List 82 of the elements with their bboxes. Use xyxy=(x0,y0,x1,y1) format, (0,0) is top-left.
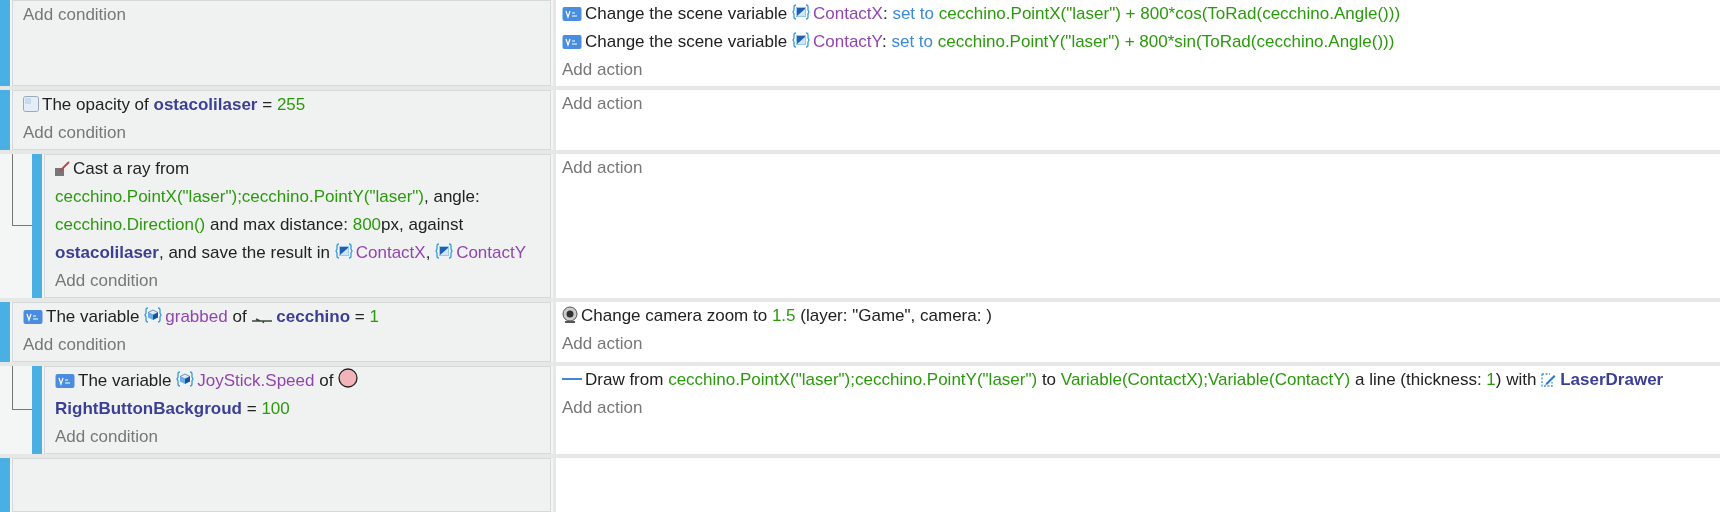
add-condition-link[interactable]: Add condition xyxy=(23,331,542,359)
instruction-text: : xyxy=(882,4,888,23)
instruction-text: px, against xyxy=(381,215,464,234)
instruction-text: = xyxy=(354,307,365,326)
instruction-text: ) xyxy=(1495,370,1502,389)
raycast-icon xyxy=(55,161,70,176)
object-name: ostacolilaser xyxy=(153,95,258,114)
variable-name: ContactY xyxy=(456,243,527,262)
expression-text: 100 xyxy=(261,399,290,418)
instruction-text: The variable xyxy=(78,371,172,390)
object-variable-icon xyxy=(144,306,163,324)
event-bar[interactable] xyxy=(0,90,10,150)
add-condition-link[interactable]: Add condition xyxy=(55,423,542,451)
add-action-link[interactable]: Add action xyxy=(562,56,1712,84)
add-condition-link[interactable]: Add condition xyxy=(23,119,542,147)
circle-icon xyxy=(338,368,359,388)
add-condition-link[interactable]: Add condition xyxy=(55,267,542,295)
add-action-link[interactable]: Add action xyxy=(562,330,1712,358)
variable-name: ContactY xyxy=(813,32,882,51)
event-bar[interactable] xyxy=(0,302,10,362)
expression-text: Variable(ContactX);Variable(ContactY) xyxy=(1060,370,1351,389)
scene-variable-icon xyxy=(435,242,454,260)
object-name: cecchino xyxy=(276,307,351,326)
add-action-link[interactable]: Add action xyxy=(562,154,1712,182)
event-bar[interactable] xyxy=(0,458,10,512)
instruction-text: Draw from xyxy=(585,370,664,389)
expression-text: 1.5 xyxy=(771,306,796,325)
event-bar[interactable] xyxy=(32,154,42,298)
expression-text: 255 xyxy=(276,95,306,114)
variable-name: JoyStick.Speed xyxy=(197,371,315,390)
expression-text: 1 xyxy=(1486,370,1496,389)
instruction-text: with xyxy=(1506,370,1537,389)
variable-name: grabbed xyxy=(165,307,228,326)
expression-text: 800 xyxy=(352,215,382,234)
webcam-icon xyxy=(562,306,578,323)
add-action-link[interactable]: Add action xyxy=(562,90,1712,118)
instruction-text: , xyxy=(425,243,431,262)
scene-variable-icon xyxy=(792,31,810,49)
expression-text: cecchino.Direction() xyxy=(55,215,206,234)
instruction-text: Cast a ray from xyxy=(73,159,190,178)
expression-text: 1 xyxy=(369,307,379,326)
scene-variable-icon xyxy=(334,242,353,260)
event-bar[interactable] xyxy=(0,0,10,86)
object-name: ostacolilaser xyxy=(55,243,159,262)
object-variable-icon xyxy=(176,370,195,388)
keyword-text: set to xyxy=(891,32,934,51)
pen-icon xyxy=(1541,373,1558,387)
variable-icon xyxy=(562,7,582,21)
instruction-text: (layer: "Game", camera: ) xyxy=(800,306,992,325)
add-action-link[interactable]: Add action xyxy=(562,394,1712,422)
variable-icon xyxy=(562,35,582,49)
instruction-text: , and save the result in xyxy=(158,243,330,262)
instruction-text: Change the scene variable xyxy=(585,4,788,23)
instruction-text: = xyxy=(246,399,257,418)
instruction-text: Change the scene variable xyxy=(585,32,788,51)
variable-name: ContactX xyxy=(813,4,883,23)
square-icon xyxy=(23,96,39,112)
instruction-text: and max distance: xyxy=(209,215,348,234)
rifle-icon xyxy=(251,318,274,324)
expression-text: cecchino.PointX("laser");cecchino.PointY("laser") xyxy=(55,187,424,206)
variable-icon xyxy=(55,374,75,388)
scene-variable-icon xyxy=(792,3,810,21)
instruction-text: , angle: xyxy=(424,187,480,206)
instruction-text: : xyxy=(882,32,887,51)
instruction-text: of xyxy=(232,307,247,326)
event-bar[interactable] xyxy=(32,366,42,454)
instruction-text: of xyxy=(319,371,334,390)
object-name: LaserDrawer xyxy=(1560,370,1664,389)
instruction-text: The opacity of xyxy=(42,95,149,114)
object-name: RightButtonBackgroud xyxy=(55,399,242,418)
instruction-text: The variable xyxy=(46,307,140,326)
instruction-text: Change camera zoom to xyxy=(581,306,768,325)
variable-icon xyxy=(23,310,43,324)
variable-name: ContactX xyxy=(355,243,426,262)
instruction-text: to xyxy=(1041,370,1057,389)
instruction-text: a line (thickness: xyxy=(1355,370,1482,389)
instruction-text: = xyxy=(262,95,273,114)
expression-text: cecchino.PointX("laser");cecchino.PointY("laser") xyxy=(668,370,1038,389)
expression-text: cecchino.PointX("laser") + 800*cos(ToRad(cecchino.Angle())) xyxy=(938,4,1401,23)
keyword-text: set to xyxy=(892,4,934,23)
expression-text: cecchino.PointY("laser") + 800*sin(ToRad(cecchino.Angle())) xyxy=(937,32,1395,51)
line-icon xyxy=(562,378,582,380)
